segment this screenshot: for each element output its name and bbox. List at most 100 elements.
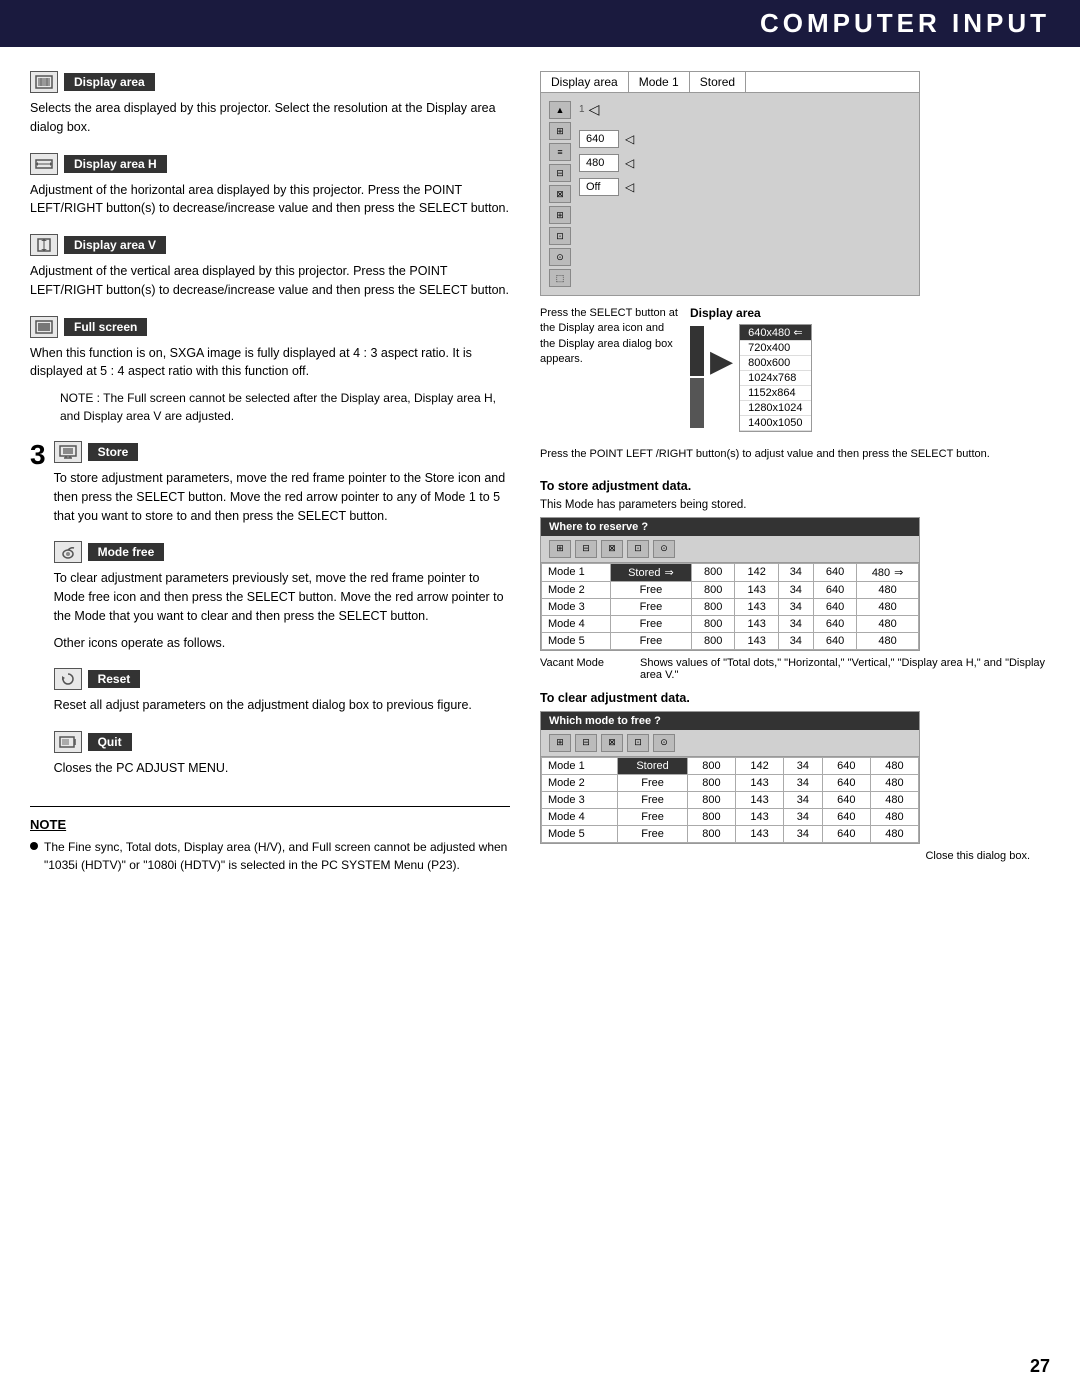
popup-bar-2	[690, 378, 704, 428]
step-number: 3	[30, 441, 46, 786]
resolution-item-7[interactable]: 1400x1050	[740, 416, 810, 431]
quit-section-header: Quit	[54, 731, 510, 753]
display-area-section-header: Display area	[30, 71, 510, 93]
clear-table-row: Mode 1 Stored 800 142 34 640 480	[542, 757, 919, 774]
mode-v3: 34	[784, 791, 823, 808]
mode-v1: 800	[692, 563, 735, 581]
mode-v2: 143	[735, 791, 783, 808]
display-area-h-label: Display area H	[64, 155, 167, 173]
store-table-icon-1: ⊞	[549, 540, 571, 558]
mode-v1: 800	[687, 757, 735, 774]
mode-label: Mode 3	[542, 791, 618, 808]
resolution-item-3[interactable]: 800x600	[740, 356, 810, 371]
clear-table-icon-2: ⊟	[575, 734, 597, 752]
note-bullet: The Fine sync, Total dots, Display area …	[30, 838, 510, 874]
reset-text: Reset all adjust parameters on the adjus…	[54, 696, 510, 715]
mode-v5: 480	[870, 791, 918, 808]
store-table-header: Where to reserve ?	[541, 518, 919, 536]
sidebar-btn-1[interactable]: ▲	[549, 101, 571, 119]
store-note-text: This Mode has parameters being stored.	[540, 499, 1050, 511]
mode-v5: 480⇒	[857, 563, 919, 581]
clear-table-header: Which mode to free ?	[541, 712, 919, 730]
display-area-v-text: Adjustment of the vertical area displaye…	[30, 262, 510, 300]
dialog-title-cell-3: Stored	[690, 72, 746, 92]
clear-table-row: Mode 2 Free 800 143 34 640 480	[542, 774, 919, 791]
store-table-icon-5: ⊙	[653, 540, 675, 558]
mode-v3: 34	[784, 825, 823, 842]
sidebar-btn-5[interactable]: ⊠	[549, 185, 571, 203]
other-icons-text: Other icons operate as follows.	[54, 634, 510, 653]
clear-table-icon-1: ⊞	[549, 734, 571, 752]
display-area-h-text: Adjustment of the horizontal area displa…	[30, 181, 510, 219]
mode-label: Mode 2	[542, 774, 618, 791]
resolution-item-1[interactable]: 640x480 ⇐	[740, 325, 810, 341]
display-area-icon	[30, 71, 58, 93]
display-area-label: Display area	[64, 73, 155, 91]
store-section-title: To store adjustment data.	[540, 479, 1050, 493]
left-column: Display area Selects the area displayed …	[30, 71, 510, 878]
mode-status: Free	[610, 632, 691, 649]
full-screen-note: NOTE : The Full screen cannot be selecte…	[60, 389, 510, 425]
full-screen-section-header: Full screen	[30, 316, 510, 338]
clear-table-row: Mode 5 Free 800 143 34 640 480	[542, 825, 919, 842]
display-area-h-icon	[30, 153, 58, 175]
callout-note: Press the SELECT button at the Display a…	[540, 306, 680, 368]
dialog-h-arrow: ◁	[625, 132, 634, 146]
mode-v3: 34	[784, 757, 823, 774]
mode-v1: 800	[687, 774, 735, 791]
resolution-list: 640x480 ⇐ 720x400 800x600 1024x768 1152x…	[739, 324, 811, 432]
resolution-arrow-icon: ⇐	[793, 326, 802, 339]
store-table-icon-2: ⊟	[575, 540, 597, 558]
dialog-v-value[interactable]: 480	[579, 154, 619, 172]
mode-label: Mode 1	[542, 757, 618, 774]
mode-v1: 800	[687, 825, 735, 842]
full-screen-icon	[30, 316, 58, 338]
mode-v5: 480	[870, 774, 918, 791]
sidebar-btn-2[interactable]: ⊞	[549, 122, 571, 140]
mode-v2: 143	[735, 598, 778, 615]
mode-v4: 640	[822, 791, 870, 808]
mode-v4: 640	[813, 581, 856, 598]
clear-table-row: Mode 4 Free 800 143 34 640 480	[542, 808, 919, 825]
sidebar-btn-4[interactable]: ⊟	[549, 164, 571, 182]
resolution-item-2[interactable]: 720x400	[740, 341, 810, 356]
store-table-row: Mode 1 Stored⇒ 800 142 34 640 480⇒	[542, 563, 919, 581]
display-area-v-section-header: Display area V	[30, 234, 510, 256]
mode-label: Mode 3	[542, 598, 611, 615]
store-table-icon-3: ⊠	[601, 540, 623, 558]
mode-v4: 640	[822, 808, 870, 825]
mode-v4: 640	[822, 757, 870, 774]
display-area-popup-area: Press the SELECT button at the Display a…	[540, 306, 1050, 432]
mode-status: Free	[618, 774, 688, 791]
mode-label: Mode 4	[542, 808, 618, 825]
dialog-h-value[interactable]: 640	[579, 130, 619, 148]
mode-status: Stored⇒	[610, 563, 691, 581]
display-area-v-label: Display area V	[64, 236, 166, 254]
mode-v2: 143	[735, 825, 783, 842]
resolution-item-4[interactable]: 1024x768	[740, 371, 810, 386]
step3-section: 3 Store To store adjustme	[30, 441, 510, 786]
close-note: Close this dialog box.	[540, 850, 1030, 862]
dialog-title-cell-1: Display area	[541, 72, 629, 92]
mode-v5: 480	[857, 615, 919, 632]
right-column: Display area Mode 1 Stored ▲ ⊞ ≡ ⊟ ⊠ ⊞ ⊡…	[540, 71, 1050, 878]
popup-inner: ▶ 640x480 ⇐ 720x400 800x600 1024x768 115…	[690, 324, 812, 432]
store-mode-table-container: Where to reserve ? ⊞ ⊟ ⊠ ⊡ ⊙ Mode 1 Stor…	[540, 517, 920, 651]
sidebar-btn-7[interactable]: ⊡	[549, 227, 571, 245]
mode-v4: 640	[813, 563, 856, 581]
dialog-sidebar: ▲ ⊞ ≡ ⊟ ⊠ ⊞ ⊡ ⊙ ⬚	[549, 101, 571, 287]
dialog-off-value[interactable]: Off	[579, 178, 619, 196]
sidebar-btn-8[interactable]: ⊙	[549, 248, 571, 266]
sidebar-btn-3[interactable]: ≡	[549, 143, 571, 161]
resolution-item-6[interactable]: 1280x1024	[740, 401, 810, 416]
mode-v1: 800	[692, 598, 735, 615]
resolution-item-5[interactable]: 1152x864	[740, 386, 810, 401]
sidebar-btn-9[interactable]: ⬚	[549, 269, 571, 287]
mode-status: Free	[618, 825, 688, 842]
mode-v5: 480	[857, 581, 919, 598]
bullet-icon	[30, 842, 38, 850]
popup-bars	[690, 326, 704, 428]
display-area-dialog: Display area Mode 1 Stored ▲ ⊞ ≡ ⊟ ⊠ ⊞ ⊡…	[540, 71, 920, 296]
display-area-v-icon	[30, 234, 58, 256]
sidebar-btn-6[interactable]: ⊞	[549, 206, 571, 224]
